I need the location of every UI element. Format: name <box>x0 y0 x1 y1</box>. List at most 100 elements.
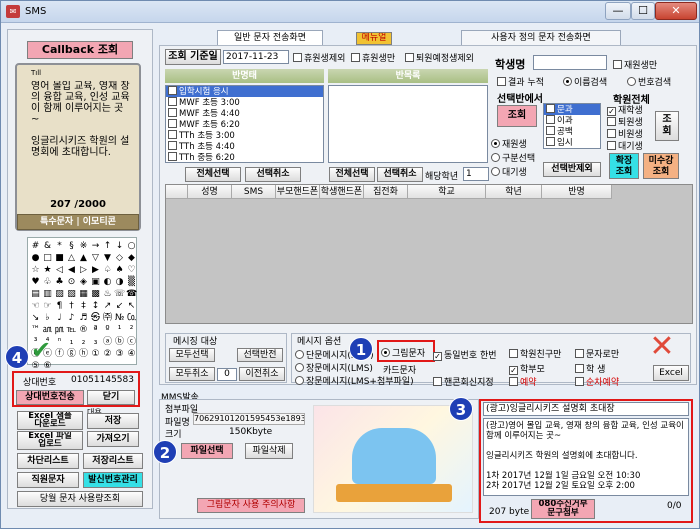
grid-column-header[interactable]: SMS <box>232 185 276 199</box>
symbol-key[interactable]: ⓑ <box>114 337 125 348</box>
expand-search-button[interactable]: 확장 조회 <box>609 153 639 179</box>
symbol-key[interactable]: ◈ <box>78 277 89 288</box>
symbol-key[interactable]: ★ <box>42 265 53 276</box>
grid-column-header[interactable]: 학년 <box>486 185 542 199</box>
symbol-key[interactable]: ▣ <box>90 277 101 288</box>
symbol-key[interactable]: ² <box>126 325 137 336</box>
class-list-item[interactable]: TTh 초등 3:00 <box>166 130 323 141</box>
class-list-item[interactable]: MWF 초등 3:00 <box>166 97 323 108</box>
grid-column-header[interactable]: 학생핸드폰 <box>320 185 364 199</box>
symbol-key[interactable]: ⓗ <box>78 349 89 360</box>
phone-only-checkbox[interactable]: 문자로만 <box>575 347 619 360</box>
symbol-key[interactable]: ® <box>78 325 89 336</box>
excel-sample-download-button[interactable]: Excel 샘플 다운로드 <box>17 411 83 430</box>
symbol-key[interactable]: № <box>114 313 125 324</box>
same-number-checkbox[interactable]: ✓ 동일번호 한번 <box>433 348 497 361</box>
file-select-button[interactable]: 파일선택 <box>181 443 233 459</box>
symbol-key[interactable]: ▩ <box>90 289 101 300</box>
tab-custom[interactable]: 사용자 정의 문자 전송화면 <box>461 30 621 45</box>
class-type-item[interactable]: 공백 <box>544 126 600 137</box>
reject-080-button[interactable]: 080수신거부 문구첨부 <box>531 499 595 519</box>
symbol-key[interactable]: ₁ <box>66 337 77 348</box>
symbol-key[interactable]: ₃ <box>90 337 101 348</box>
select-all-button[interactable]: 모두선택 <box>169 348 215 362</box>
select-invert-button[interactable]: 선택반전 <box>237 348 283 362</box>
symbol-key[interactable]: ◑ <box>114 277 125 288</box>
symbol-key[interactable]: ♩ <box>54 313 65 324</box>
counterpart-close-button[interactable]: 닫기 <box>87 390 135 405</box>
symbol-key[interactable]: ♤ <box>102 265 113 276</box>
symbol-key[interactable]: ▒ <box>126 277 137 288</box>
symbol-key[interactable]: ☞ <box>42 301 53 312</box>
symbol-key[interactable]: ㏘ <box>54 325 65 336</box>
symbol-key[interactable]: § <box>66 241 77 252</box>
criteria-date-field[interactable]: 2017-11-23 <box>223 50 289 64</box>
class-list[interactable]: 입학시험 응시 MWF 초등 3:00 MWF 초등 4:40 MWF 초등 6:20… <box>165 85 324 163</box>
criteria-button[interactable]: 조회 기준일 <box>165 49 221 65</box>
symbol-key[interactable]: * <box>54 241 65 252</box>
symbol-key[interactable]: ₂ <box>78 337 89 348</box>
symbol-key[interactable]: ♥ <box>30 277 41 288</box>
student-checkbox[interactable]: 학 생 <box>575 362 605 375</box>
symbol-key[interactable]: ④ <box>126 349 137 360</box>
prev-cancel-button[interactable]: 이전취소 <box>239 367 285 381</box>
symbol-key[interactable]: ▧ <box>66 289 77 300</box>
grade-select[interactable]: 1 <box>463 167 489 181</box>
symbol-key[interactable]: ① <box>90 349 101 360</box>
symbol-key[interactable]: ※ <box>78 241 89 252</box>
symbol-key[interactable]: ▶ <box>90 265 101 276</box>
division-radio[interactable]: 구분선택 <box>491 151 535 164</box>
staff-message-button[interactable]: 직원문자 <box>17 472 79 488</box>
leave-only-checkbox[interactable]: 휴원생만 <box>351 51 395 64</box>
class-list-item[interactable]: 입학시험 응시 <box>166 86 323 97</box>
repeat-select-cancel-button[interactable]: 선택취소 <box>377 167 423 182</box>
caution-button[interactable]: 그림문자 사용 주의사항 <box>197 498 305 513</box>
symbol-key[interactable]: ㏂ <box>42 325 53 336</box>
symbol-key[interactable]: ☎ <box>126 289 137 300</box>
symbol-key[interactable]: ♣ <box>54 277 65 288</box>
symbol-key[interactable]: ◁ <box>54 265 65 276</box>
class-list-item[interactable]: MWF 초등 6:20 <box>166 119 323 130</box>
symbol-key[interactable]: ‡ <box>78 301 89 312</box>
send-number-manage-button[interactable]: 발신번호관리 <box>83 472 143 488</box>
symbol-key[interactable]: ⊙ <box>66 277 77 288</box>
class-list-item[interactable]: MWF 초등 4:40 <box>166 108 323 119</box>
symbol-key[interactable]: ㏇ <box>126 313 137 324</box>
class-type-list[interactable]: 문과 이과 공백 임시 <box>543 103 601 149</box>
symbol-key[interactable]: ♠ <box>114 265 125 276</box>
target-count-field[interactable]: 0 <box>217 368 237 381</box>
symbol-key[interactable]: & <box>42 241 53 252</box>
grid-column-header[interactable]: 학교 <box>408 185 486 199</box>
class-select-cancel-button[interactable]: 선택취소 <box>245 167 301 182</box>
symbol-key[interactable]: ▼ <box>102 253 113 264</box>
monthly-usage-button[interactable]: 당월 문자 사용량조회 <box>17 491 143 507</box>
academy-friend-checkbox[interactable]: 학원친구만 <box>509 347 561 360</box>
lms-radio[interactable]: 장문메시지(LMS) <box>295 361 373 374</box>
symbol-key[interactable]: ♨ <box>102 289 113 300</box>
symbol-key[interactable]: # <box>30 241 41 252</box>
waiting-radio[interactable]: 대기생 <box>491 165 527 178</box>
symbol-key[interactable]: ● <box>30 253 41 264</box>
symbol-key[interactable]: ☆ <box>30 265 41 276</box>
grid-column-header[interactable]: 성명 <box>188 185 232 199</box>
symbol-key[interactable]: ↕ <box>90 301 101 312</box>
class-list-item[interactable]: TTh 초등 4:40 <box>166 141 323 152</box>
symbol-key[interactable]: ℡ <box>66 325 77 336</box>
grid-column-header[interactable]: 부모핸드폰 <box>276 185 320 199</box>
academy-option-checkbox[interactable]: 대기생 <box>607 139 643 152</box>
maximize-button[interactable]: ☐ <box>631 2 655 20</box>
excel-upload-button[interactable]: Excel 파일 업로드 <box>17 431 83 450</box>
parents-checkbox[interactable]: ✓ 학부모 <box>509 362 545 375</box>
sequential-reserve-checkbox[interactable]: 순차예약 <box>575 375 619 388</box>
symbol-key[interactable]: º <box>102 325 113 336</box>
callback-button[interactable]: Callback 조회 <box>27 41 133 59</box>
symbol-key[interactable]: ㉿ <box>90 313 101 324</box>
symbol-key[interactable]: ↓ <box>114 241 125 252</box>
symbol-key[interactable]: ▨ <box>54 289 65 300</box>
symbol-key[interactable]: ▦ <box>78 289 89 300</box>
number-search-radio[interactable]: 번호검색 <box>627 75 671 88</box>
symbol-key[interactable]: ♧ <box>42 277 53 288</box>
symbol-key[interactable]: ⓖ <box>66 349 77 360</box>
reserve-checkbox[interactable]: 예약 <box>509 375 537 388</box>
symbol-key[interactable]: ㈜ <box>102 313 113 324</box>
